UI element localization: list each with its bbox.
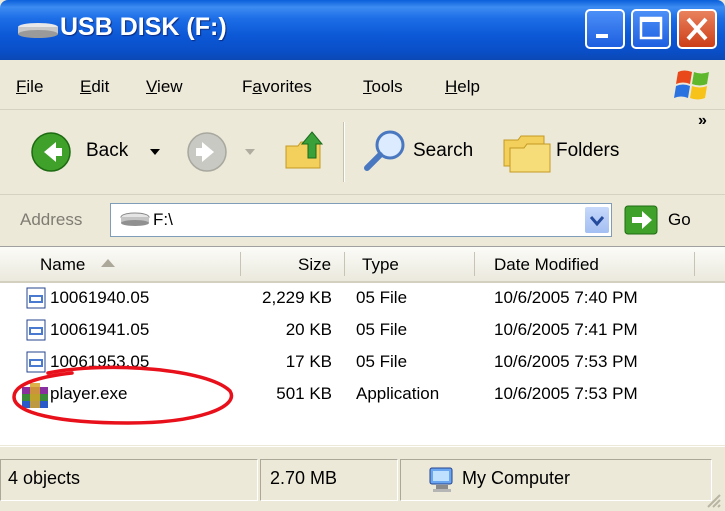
window-title: USB DISK (F:): [60, 13, 227, 41]
file-name[interactable]: 10061940.05: [50, 288, 149, 308]
column-date-modified[interactable]: Date Modified: [494, 255, 599, 275]
menu-tools-mnemonic: T: [363, 77, 372, 96]
file-type: 05 File: [356, 288, 408, 307]
sort-ascending-icon: [101, 259, 115, 267]
file-icon: [26, 319, 46, 341]
menu-favorites-prefix: F: [242, 77, 253, 96]
file-modified: 10/6/2005 7:53 PM: [494, 352, 638, 371]
menu-help[interactable]: Help: [445, 77, 480, 97]
file-size: 20 KB: [285, 320, 332, 339]
file-modified: 10/6/2005 7:40 PM: [494, 288, 638, 307]
windows-logo-icon: [674, 70, 709, 100]
back-dropdown-icon[interactable]: [149, 148, 161, 156]
up-folder-icon[interactable]: [282, 128, 328, 174]
menu-favorites-mnemonic: a: [252, 77, 262, 96]
menu-view[interactable]: View: [146, 77, 183, 97]
menu-edit-mnemonic: E: [80, 77, 92, 96]
menu-edit[interactable]: Edit: [80, 77, 109, 97]
file-icon: [26, 287, 46, 309]
maximize-icon: [639, 16, 663, 40]
status-bar: 4 objects 2.70 MB My Computer: [0, 446, 725, 511]
column-divider[interactable]: [344, 252, 345, 276]
folders-button-label[interactable]: Folders: [556, 140, 619, 162]
title-bar[interactable]: USB DISK (F:): [0, 0, 725, 60]
go-arrow-icon[interactable]: [624, 205, 658, 235]
menu-file-label: ile: [26, 77, 44, 96]
search-button-label[interactable]: Search: [413, 140, 473, 162]
forward-dropdown-icon[interactable]: [244, 148, 256, 156]
drive-icon: [120, 212, 150, 226]
minimize-button[interactable]: [585, 9, 625, 49]
file-row[interactable]: 10061940.05 2,229 KB 05 File 10/6/2005 7…: [0, 283, 725, 315]
file-type: 05 File: [356, 352, 408, 371]
menu-favorites[interactable]: Favorites: [242, 77, 312, 97]
address-label: Address: [20, 210, 83, 229]
my-computer-icon: [429, 467, 453, 492]
menu-tools-label: ools: [371, 77, 403, 96]
column-divider[interactable]: [694, 252, 695, 276]
menu-help-mnemonic: H: [445, 77, 458, 96]
column-size[interactable]: Size: [298, 255, 331, 275]
chevron-down-icon: [589, 216, 605, 227]
file-type: Application: [356, 384, 440, 403]
address-dropdown-button[interactable]: [585, 207, 609, 233]
menu-file-mnemonic: F: [16, 77, 27, 96]
file-name[interactable]: 10061941.05: [50, 320, 149, 340]
column-header: Name Size Type Date Modified: [0, 247, 725, 283]
forward-arrow-icon[interactable]: [186, 131, 228, 173]
column-divider[interactable]: [240, 252, 241, 276]
address-field[interactable]: F:\: [110, 203, 612, 237]
file-modified: 10/6/2005 7:41 PM: [494, 320, 638, 339]
menu-bar: File Edit View Favorites Tools Help: [0, 60, 725, 110]
file-size: 501 KB: [276, 384, 332, 403]
menu-file[interactable]: File: [16, 77, 43, 97]
explorer-window: USB DISK (F:) File Edit View Favorites T…: [0, 0, 725, 511]
status-total-size: 2.70 MB: [270, 468, 338, 488]
address-bar: Address F:\ Go: [0, 195, 725, 245]
resize-grip-icon[interactable]: [704, 491, 722, 509]
back-button-label[interactable]: Back: [86, 140, 128, 162]
toolbar: Back Search Folders »: [0, 110, 725, 195]
close-button[interactable]: [677, 9, 717, 49]
column-divider[interactable]: [474, 252, 475, 276]
status-object-count: 4 objects: [8, 468, 81, 488]
column-name[interactable]: Name: [40, 255, 85, 275]
annotation-ellipse: [12, 365, 234, 425]
menu-view-mnemonic: V: [146, 77, 158, 96]
go-button-label[interactable]: Go: [668, 210, 691, 230]
toolbar-separator: [343, 122, 345, 182]
menu-edit-label: dit: [91, 77, 110, 96]
back-arrow-icon[interactable]: [30, 131, 72, 173]
drive-icon: [18, 23, 58, 38]
address-value[interactable]: F:\: [153, 210, 173, 230]
close-icon: [686, 17, 708, 41]
file-size: 17 KB: [285, 352, 332, 371]
file-modified: 10/6/2005 7:53 PM: [494, 384, 638, 403]
menu-tools[interactable]: Tools: [363, 77, 403, 97]
menu-favorites-label: vorites: [261, 77, 312, 96]
status-zone: My Computer: [462, 468, 571, 488]
menu-help-label: elp: [457, 77, 480, 96]
file-size: 2,229 KB: [262, 288, 332, 307]
maximize-button[interactable]: [631, 9, 671, 49]
search-icon[interactable]: [362, 127, 408, 173]
minimize-icon: [596, 34, 608, 38]
folders-icon[interactable]: [500, 130, 552, 174]
menu-view-label: iew: [157, 77, 183, 96]
file-row[interactable]: 10061941.05 20 KB 05 File 10/6/2005 7:41…: [0, 315, 725, 347]
file-type: 05 File: [356, 320, 408, 339]
column-type[interactable]: Type: [362, 255, 399, 275]
toolbar-overflow-chevron[interactable]: »: [698, 112, 707, 130]
